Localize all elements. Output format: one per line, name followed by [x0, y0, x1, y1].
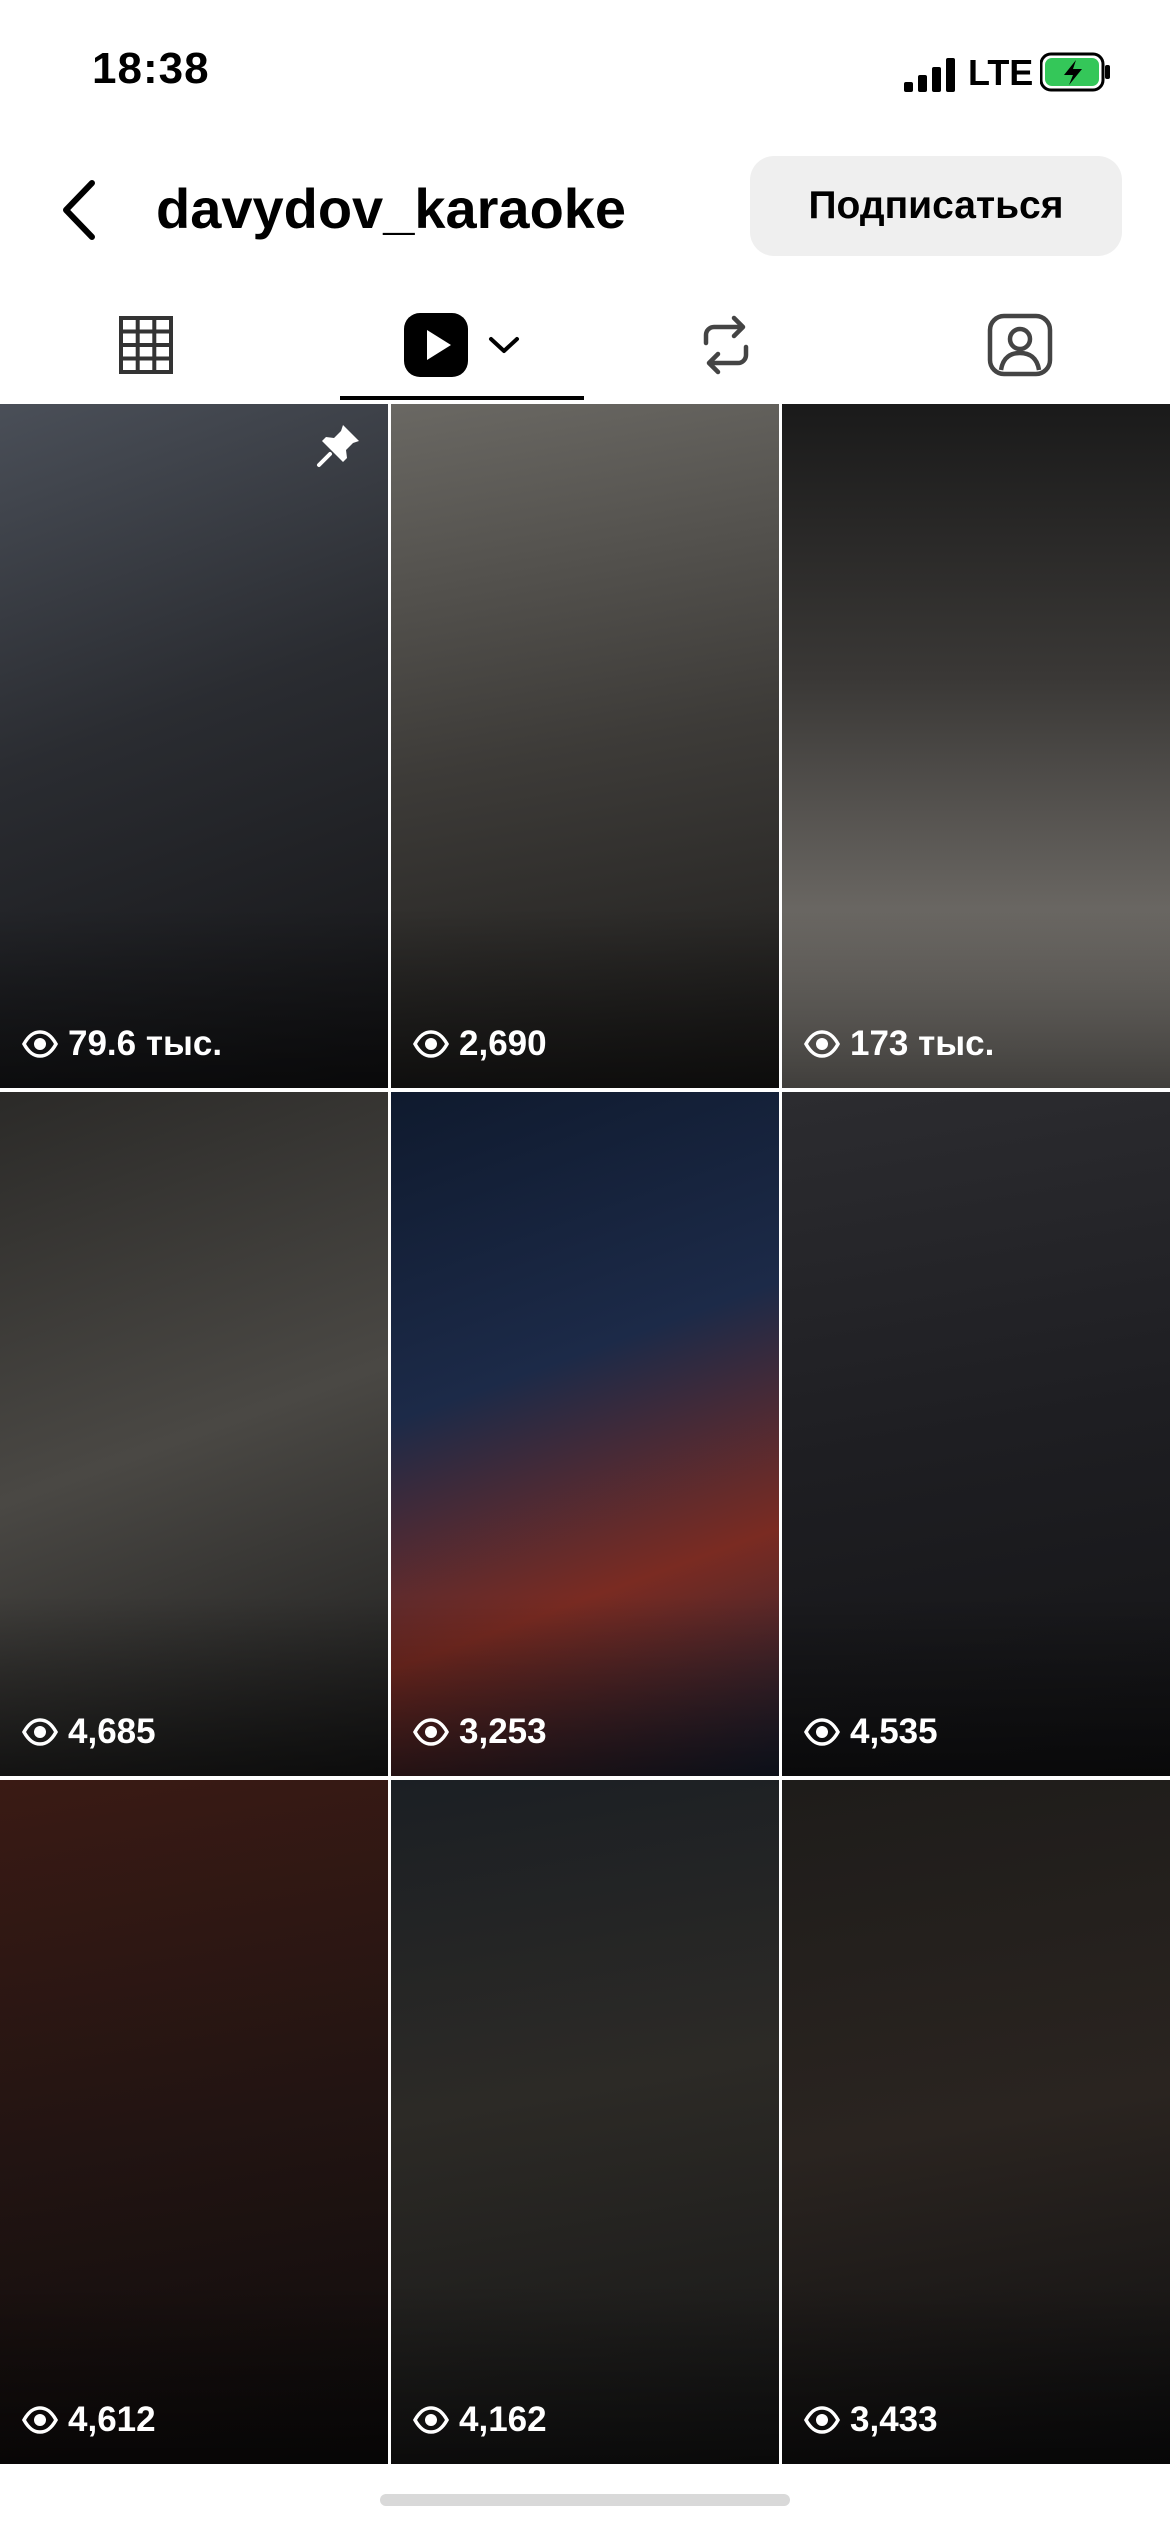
eye-icon [22, 2406, 58, 2434]
reels-grid: 79.6 тыс. 2,690 173 тыс. 4,685 3,253 4,535 4,6… [0, 404, 1170, 2532]
view-count: 3,433 [804, 2400, 938, 2440]
reel-thumbnail[interactable]: 4,162 [391, 1780, 779, 2464]
eye-icon [22, 1718, 58, 1746]
view-count-label: 3,253 [459, 1712, 547, 1751]
view-count-label: 4,685 [68, 1712, 156, 1751]
reel-thumbnail[interactable]: 3,433 [782, 1780, 1170, 2464]
reels-icon [404, 313, 468, 377]
profile-header: davydov_karaoke Подписаться [0, 140, 1170, 280]
home-indicator [380, 2494, 790, 2506]
eye-icon [413, 2406, 449, 2434]
status-time: 18:38 [92, 44, 210, 93]
eye-icon [804, 1718, 840, 1746]
reel-thumbnail[interactable]: 2,690 [391, 404, 779, 1088]
eye-icon [804, 1030, 840, 1058]
view-count: 79.6 тыс. [22, 1024, 222, 1064]
view-count-label: 173 тыс. [850, 1024, 995, 1063]
reel-thumbnail[interactable]: 4,685 [0, 1092, 388, 1776]
follow-button[interactable]: Подписаться [750, 156, 1122, 256]
eye-icon [804, 2406, 840, 2434]
profile-tabs [0, 290, 1170, 400]
view-count: 173 тыс. [804, 1024, 994, 1064]
view-count-label: 4,535 [850, 1712, 938, 1751]
grid-icon [119, 316, 173, 374]
view-count: 4,535 [804, 1712, 938, 1752]
view-count: 4,162 [413, 2400, 547, 2440]
repost-icon [703, 315, 749, 375]
view-count: 3,253 [413, 1712, 547, 1752]
profile-username: davydov_karaoke [156, 177, 627, 240]
eye-icon [413, 1030, 449, 1058]
view-count-label: 79.6 тыс. [68, 1024, 223, 1063]
back-arrow-icon[interactable] [52, 175, 112, 245]
battery-charging-icon [1040, 52, 1110, 92]
reel-thumbnail[interactable]: 4,612 [0, 1780, 388, 2464]
eye-icon [22, 1030, 58, 1058]
view-count-label: 4,162 [459, 2400, 547, 2439]
network-type: LTE [968, 52, 1034, 93]
reel-thumbnail[interactable]: 79.6 тыс. [0, 404, 388, 1088]
view-count: 4,612 [22, 2400, 156, 2440]
view-count: 4,685 [22, 1712, 156, 1752]
view-count-label: 3,433 [850, 2400, 938, 2439]
view-count-label: 4,612 [68, 2400, 156, 2439]
reel-thumbnail[interactable]: 4,535 [782, 1092, 1170, 1776]
tab-tagged[interactable] [874, 290, 1166, 400]
reel-thumbnail[interactable]: 3,253 [391, 1092, 779, 1776]
view-count-label: 2,690 [459, 1024, 547, 1063]
pin-icon [317, 425, 359, 467]
tab-reposts[interactable] [580, 290, 872, 400]
tab-grid[interactable] [0, 290, 292, 400]
signal-icon [904, 58, 955, 92]
tagged-icon [987, 313, 1053, 377]
status-bar: 18:38 LTE [0, 0, 1170, 140]
reel-thumbnail[interactable]: 173 тыс. [782, 404, 1170, 1088]
chevron-down-icon [489, 337, 519, 353]
view-count: 2,690 [413, 1024, 547, 1064]
eye-icon [413, 1718, 449, 1746]
tab-reels[interactable] [316, 290, 608, 400]
